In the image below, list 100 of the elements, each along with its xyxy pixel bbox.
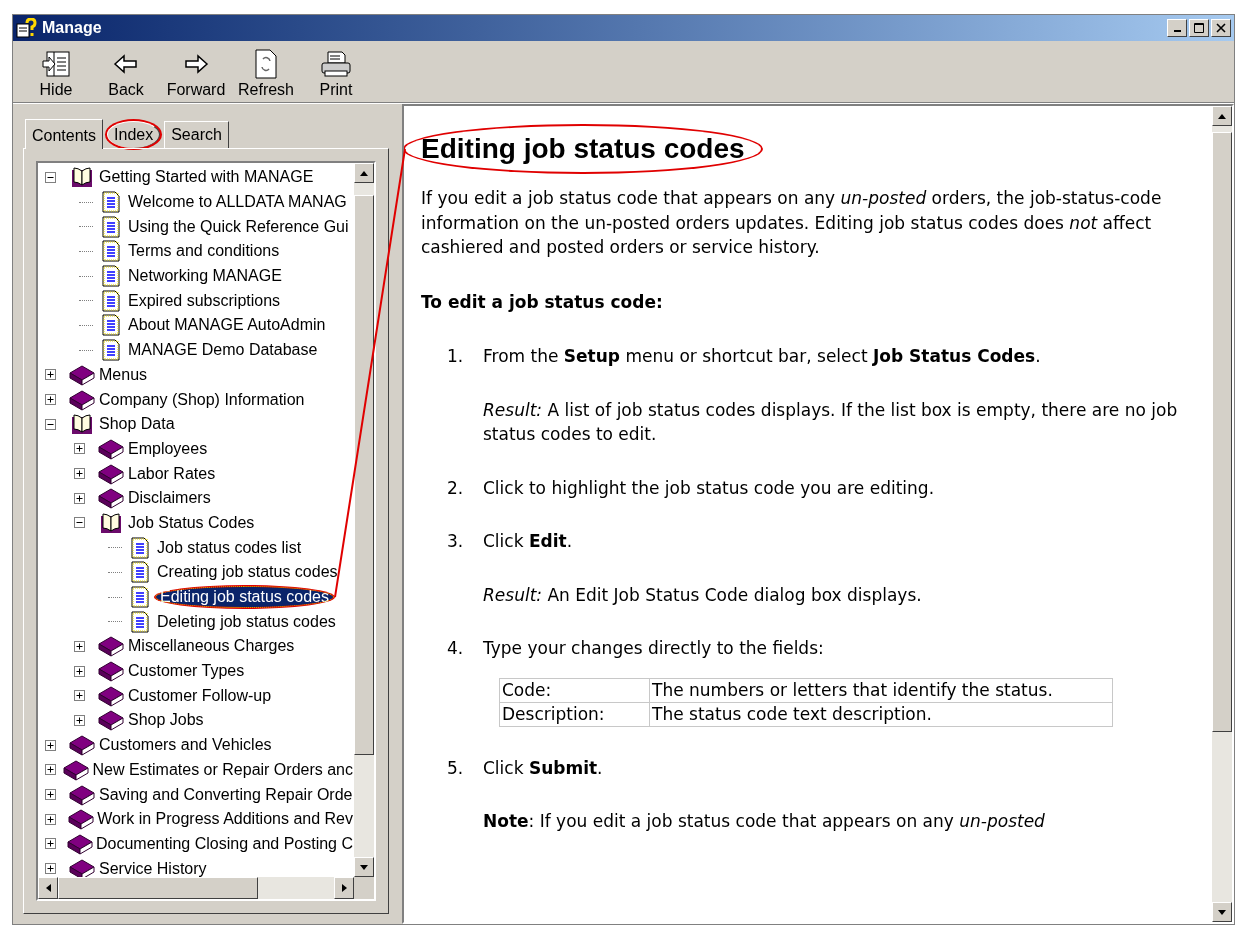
- minimize-button[interactable]: [1167, 19, 1187, 37]
- step-number: 3.: [446, 530, 465, 553]
- hide-pane-icon: [41, 50, 71, 78]
- tree-item[interactable]: Labor Rates: [127, 463, 217, 484]
- expand-icon[interactable]: [45, 863, 56, 875]
- scroll-thumb[interactable]: [354, 195, 374, 755]
- tree-item[interactable]: Shop Jobs: [127, 710, 205, 731]
- table-cell: The status code text description.: [649, 702, 1113, 726]
- scrollbar-corner: [354, 877, 374, 899]
- tree-item[interactable]: Terms and conditions: [127, 241, 281, 262]
- scroll-down-button[interactable]: [1212, 902, 1232, 922]
- step-number: 5.: [446, 756, 465, 780]
- expand-icon[interactable]: [45, 789, 56, 801]
- expand-icon[interactable]: [45, 369, 56, 381]
- vertical-scrollbar[interactable]: [1212, 106, 1232, 922]
- closed-book-icon: [68, 857, 96, 877]
- open-book-icon: [69, 166, 95, 189]
- closed-book-icon: [62, 758, 91, 781]
- tab[interactable]: Search: [164, 121, 229, 148]
- tree-item[interactable]: About MANAGE AutoAdmin: [127, 315, 327, 336]
- tree-item[interactable]: Shop Data: [98, 414, 176, 435]
- tree-item[interactable]: Customers and Vehicles: [98, 735, 273, 756]
- down-arrow-icon: [1218, 909, 1226, 915]
- expand-icon[interactable]: [74, 443, 85, 455]
- maximize-icon: [1194, 23, 1204, 33]
- horizontal-scrollbar[interactable]: [38, 877, 374, 899]
- page-icon: [101, 339, 121, 362]
- maximize-button[interactable]: [1189, 19, 1209, 37]
- toolbar-button[interactable]: Refresh: [233, 49, 299, 99]
- window-title: Manage: [42, 18, 102, 38]
- tree-item[interactable]: Job Status Codes: [127, 512, 256, 533]
- toolbar-button[interactable]: Forward: [163, 49, 229, 99]
- tree-item[interactable]: Documenting Closing and Posting C: [94, 833, 354, 854]
- tree-item[interactable]: Job status codes list: [156, 537, 303, 558]
- expand-icon[interactable]: [45, 739, 56, 751]
- expand-icon[interactable]: [45, 838, 56, 850]
- tree-item[interactable]: Employees: [127, 438, 209, 459]
- tree-item[interactable]: Customer Types: [127, 661, 246, 682]
- tree-item[interactable]: Company (Shop) Information: [98, 389, 306, 410]
- step-number: 4.: [446, 637, 465, 660]
- expand-icon[interactable]: [45, 764, 56, 776]
- expand-icon[interactable]: [74, 468, 85, 480]
- closed-book-icon: [97, 437, 125, 460]
- expand-icon[interactable]: [74, 665, 85, 677]
- page-icon: [101, 191, 121, 214]
- step-text: Type your changes directly to the fields:: [483, 637, 825, 660]
- collapse-icon[interactable]: [74, 517, 85, 529]
- expand-icon[interactable]: [74, 492, 85, 504]
- tree-item[interactable]: Miscellaneous Charges: [127, 636, 296, 657]
- expand-icon[interactable]: [45, 813, 56, 825]
- toolbar-button[interactable]: Back: [93, 49, 159, 99]
- printer-icon: [320, 50, 352, 78]
- vertical-scrollbar[interactable]: [354, 163, 374, 877]
- page-icon: [101, 289, 121, 312]
- tab[interactable]: Index: [107, 121, 161, 148]
- tree-item[interactable]: MANAGE Demo Database: [127, 340, 319, 361]
- step-note: Result: A list of job status codes displays. If the list box is empty, there are no job status codes to edit.: [483, 398, 1179, 446]
- down-arrow-icon: [360, 864, 368, 870]
- scroll-right-button[interactable]: [334, 877, 354, 899]
- scroll-up-button[interactable]: [1212, 106, 1232, 126]
- expand-icon[interactable]: [74, 690, 85, 702]
- tree-item[interactable]: Service History: [98, 858, 208, 877]
- scroll-left-button[interactable]: [38, 877, 58, 899]
- step-text: Click Submit.: [483, 756, 604, 780]
- collapse-icon[interactable]: [45, 171, 56, 183]
- tree-item[interactable]: Welcome to ALLDATA MANAG: [127, 192, 348, 213]
- tree-item[interactable]: Saving and Converting Repair Orde: [98, 784, 354, 805]
- expand-icon[interactable]: [45, 394, 56, 406]
- closed-book-icon: [97, 660, 125, 683]
- toolbar-button[interactable]: Hide: [23, 49, 89, 99]
- scroll-down-button[interactable]: [354, 857, 374, 877]
- tree-item[interactable]: Customer Follow-up: [127, 685, 273, 706]
- tree-item[interactable]: Deleting job status codes: [156, 611, 337, 632]
- scroll-thumb[interactable]: [58, 877, 258, 899]
- tree-item[interactable]: New Estimates or Repair Orders anc: [91, 759, 354, 780]
- forward-arrow-icon: [183, 53, 209, 75]
- tree-item[interactable]: Expired subscriptions: [127, 290, 282, 311]
- procedure-heading: To edit a job status code:: [421, 290, 664, 314]
- page-icon: [130, 610, 150, 633]
- collapse-icon[interactable]: [45, 418, 56, 430]
- tree-item[interactable]: Using the Quick Reference Gui: [127, 216, 350, 237]
- expand-icon[interactable]: [74, 714, 85, 726]
- tab[interactable]: Contents: [25, 119, 104, 149]
- page-icon: [130, 561, 150, 584]
- closed-book-icon: [68, 363, 96, 386]
- tree-item[interactable]: Editing job status codes: [156, 587, 333, 608]
- open-book-icon: [98, 511, 124, 534]
- tree-item[interactable]: Disclaimers: [127, 488, 212, 509]
- close-button[interactable]: [1211, 19, 1231, 37]
- tree-item[interactable]: Menus: [98, 364, 149, 385]
- tree-item[interactable]: Work in Progress Additions and Rev: [96, 809, 354, 830]
- expand-icon[interactable]: [74, 640, 85, 652]
- tree-item[interactable]: Networking MANAGE: [127, 266, 283, 287]
- toolbar-button[interactable]: Print: [303, 49, 369, 99]
- scroll-thumb[interactable]: [1212, 132, 1232, 732]
- closed-book-icon: [97, 462, 125, 485]
- tree-item[interactable]: Creating job status codes: [156, 562, 339, 583]
- left-arrow-icon: [45, 884, 51, 892]
- tree-item[interactable]: Getting Started with MANAGE: [98, 167, 315, 188]
- scroll-up-button[interactable]: [354, 163, 374, 183]
